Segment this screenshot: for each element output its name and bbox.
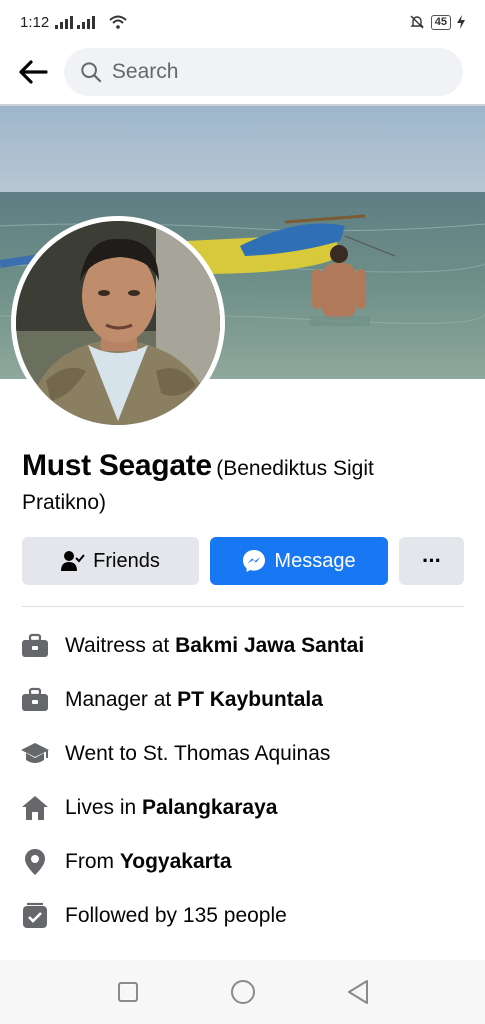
briefcase-icon xyxy=(20,631,50,661)
intro-item-work-2[interactable]: Manager at PT Kaybuntala xyxy=(20,673,470,727)
header xyxy=(0,44,485,100)
intro-text: Manager at PT Kaybuntala xyxy=(65,688,323,711)
friends-check-icon xyxy=(61,550,85,572)
battery-level: 45 xyxy=(430,14,451,30)
search-bar[interactable] xyxy=(64,48,463,96)
friends-button-label: Friends xyxy=(93,549,160,572)
square-icon xyxy=(117,982,138,1002)
more-options-button[interactable]: ··· xyxy=(399,537,464,585)
profile-name: Must Seagate (Benediktus Sigit Pratikno) xyxy=(22,450,462,521)
signal-icon xyxy=(55,16,96,29)
intro-text: Waitress at Bakmi Jawa Santai xyxy=(65,634,365,657)
status-right: 45 xyxy=(409,14,465,30)
profile-picture[interactable] xyxy=(11,216,225,430)
charging-icon xyxy=(457,15,465,29)
intro-item-hometown[interactable]: From Yogyakarta xyxy=(20,835,470,889)
message-button-label: Message xyxy=(274,549,356,572)
wifi-icon xyxy=(109,15,127,29)
back-arrow-icon xyxy=(19,60,48,84)
briefcase-icon xyxy=(20,685,50,715)
recent-apps-button[interactable] xyxy=(108,972,148,1012)
status-time: 1:12 xyxy=(20,13,50,31)
intro-item-followers[interactable]: Followed by 135 people xyxy=(20,889,470,943)
status-bar: 1:12 45 xyxy=(0,0,485,44)
profile-picture-image xyxy=(16,221,220,425)
profile-name-main: Must Seagate xyxy=(22,449,212,482)
intro-text: Followed by 135 people xyxy=(65,904,287,927)
search-input[interactable] xyxy=(111,60,447,84)
message-button[interactable]: Message xyxy=(210,537,388,585)
home-button[interactable] xyxy=(223,972,263,1012)
followers-icon xyxy=(20,901,50,931)
back-button[interactable] xyxy=(16,55,50,89)
intro-details: Waitress at Bakmi Jawa Santai Manager at… xyxy=(20,619,470,943)
mute-bell-icon xyxy=(410,15,424,29)
intro-item-work-1[interactable]: Waitress at Bakmi Jawa Santai xyxy=(20,619,470,673)
status-left: 1:12 xyxy=(20,14,127,31)
location-pin-icon xyxy=(20,847,50,877)
profile-actions: Friends Message ··· xyxy=(22,537,464,585)
triangle-back-icon xyxy=(347,980,368,1004)
messenger-icon xyxy=(242,549,266,573)
intro-item-current-city[interactable]: Lives in Palangkaraya xyxy=(20,781,470,835)
section-divider xyxy=(22,606,464,607)
graduation-cap-icon xyxy=(20,739,50,769)
back-nav-button[interactable] xyxy=(338,972,378,1012)
friends-button[interactable]: Friends xyxy=(22,537,199,585)
intro-text: Went to St. Thomas Aquinas xyxy=(65,742,331,765)
search-icon xyxy=(81,62,102,83)
system-navigation-bar xyxy=(0,960,485,1024)
circle-icon xyxy=(230,980,255,1004)
intro-text: From Yogyakarta xyxy=(65,850,232,873)
intro-item-education[interactable]: Went to St. Thomas Aquinas xyxy=(20,727,470,781)
intro-text: Lives in Palangkaraya xyxy=(65,796,278,819)
more-options-label: ··· xyxy=(422,548,442,573)
home-icon xyxy=(20,793,50,823)
